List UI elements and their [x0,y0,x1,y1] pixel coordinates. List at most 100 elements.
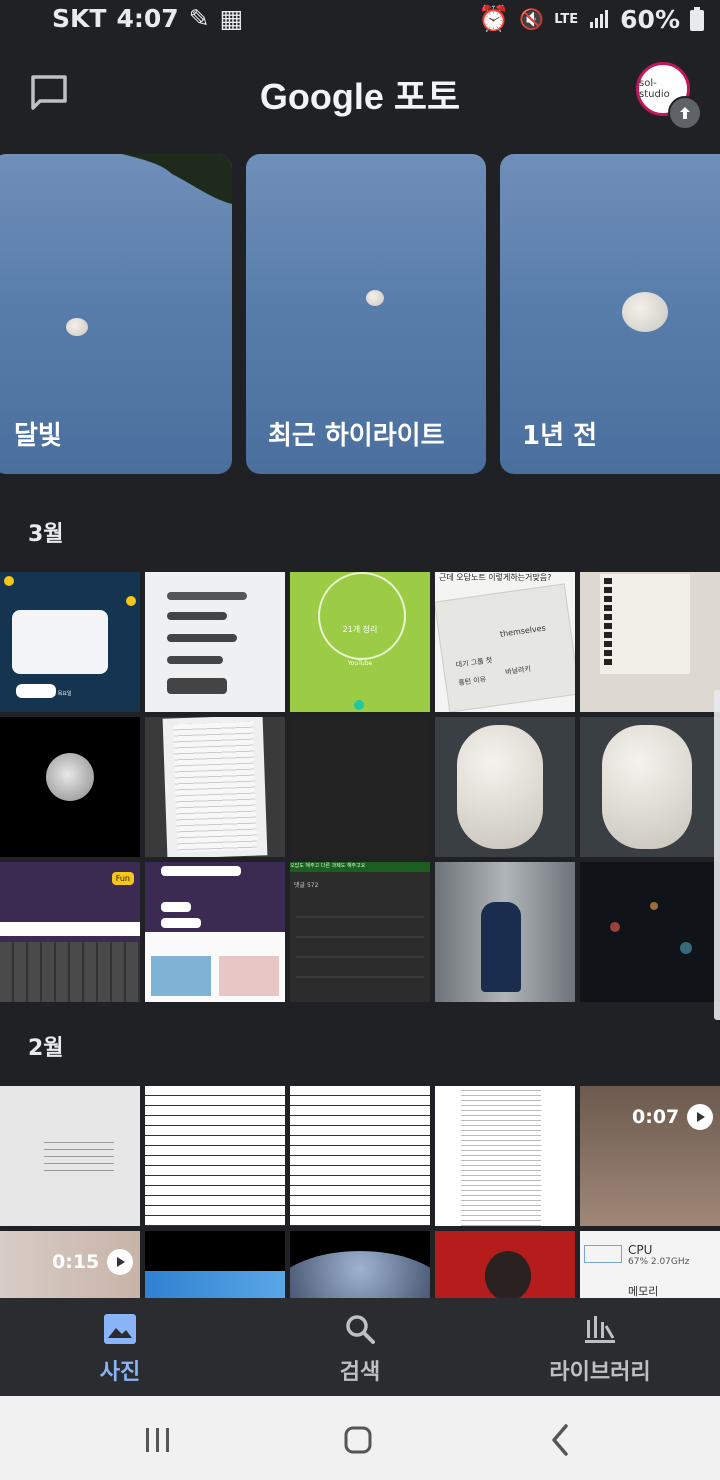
text-input [0,922,140,936]
ranked-list [600,574,690,674]
nav-label: 검색 [339,1360,381,1385]
status-left: SKT 4:07 ✎ ▦ [52,4,243,33]
signal-icon [590,10,609,28]
app-title: Google 포토 [259,76,461,117]
moon-image [66,318,88,336]
memory-label: 메모리 [628,1285,659,1298]
photo-thumbnail[interactable] [435,717,575,857]
grid-icon: ▦ [219,4,244,33]
video-thumbnail[interactable]: 0:07 [580,1086,720,1226]
moon-image [622,292,668,332]
fast-scroll-handle[interactable] [714,690,720,1020]
memory-card-recent-highlights[interactable]: 최근 하이라이트 [246,154,486,474]
kakao-avatar [4,576,14,586]
video-duration: 0:15 [52,1251,100,1273]
photo-thumbnail[interactable] [580,572,720,712]
photo-thumbnail[interactable] [145,1086,285,1226]
mouse-image [457,725,543,849]
photo-icon [104,1314,136,1344]
nav-library[interactable]: 라이브러리 [530,1312,670,1386]
tree-branch-image [122,154,232,204]
photo-thumbnail[interactable]: 근데 오답노트 이렇게하는거맞음? themselves 대기 그룹 첫 흥턴 … [435,572,575,712]
system-navigation-bar [0,1396,720,1480]
photo-thumbnail[interactable] [435,1086,575,1226]
keyboard-image [0,942,140,1002]
battery-icon [690,7,704,31]
cleanup-count: 21개 정리 [342,625,378,634]
chat-bubble [12,610,108,674]
kakao-avatar [126,596,136,606]
top-app-bar: Google 포토 sol-studio [0,48,720,138]
list-bullets [604,578,612,668]
chat-bubble [167,634,237,642]
text-lines [44,1136,114,1176]
photo-thumbnail[interactable] [580,862,720,1002]
memory-label: 1년 전 [522,421,597,451]
memory-card-moonlight[interactable]: 달빛 [0,154,232,474]
photo-thumbnail[interactable] [0,717,140,857]
photo-thumbnail[interactable] [580,717,720,857]
photo-thumbnail[interactable] [435,862,575,1002]
preview-image [219,956,279,996]
person-image [481,902,521,992]
nav-photos[interactable]: 사진 [50,1312,190,1386]
bokeh-light [650,902,658,910]
home-icon[interactable] [338,1420,378,1460]
nav-label: 라이브러리 [549,1360,651,1385]
chat-bubble [167,612,227,620]
photo-thumbnail[interactable]: 오답도 해주고 다른 과제도 해주고요 댓글 572 [290,862,430,1002]
note-word: 바닐라키 [504,664,532,677]
backup-status-icon [668,96,702,130]
note-word: 대기 그룹 첫 [455,656,493,670]
video-badge: 0:07 [632,1104,714,1130]
photo-thumbnail[interactable] [290,1086,430,1226]
preview-image [151,956,211,996]
back-icon[interactable] [540,1420,580,1460]
play-icon [107,1249,134,1275]
cpu-label: CPU [628,1243,653,1257]
memory-card-one-year-ago[interactable]: 1년 전 [500,154,720,474]
photo-thumbnail[interactable]: 21개 정리 YouTube [290,572,430,712]
photo-thumbnail[interactable] [145,862,285,1002]
moon-image [366,290,384,306]
building-image [145,1271,285,1301]
chat-bubble [161,866,241,876]
photo-thumbnail[interactable] [290,717,430,857]
photo-thumbnail[interactable] [145,717,285,857]
photo-thumbnail[interactable]: 2021년 3월 5일 목요일 [0,572,140,712]
photo-thumbnail[interactable] [145,572,285,712]
status-bar: SKT 4:07 ✎ ▦ ⏰ 🔇 LTE 60% [0,0,720,42]
roster-sheet [162,717,268,857]
memory-label: 최근 하이라이트 [268,421,445,451]
note-question: 근데 오답노트 이렇게하는거맞음? [439,573,552,582]
notebook-page: themselves 대기 그룹 첫 흥턴 이유 바닐라키 [435,583,575,712]
bokeh-light [610,922,620,932]
play-icon [687,1104,714,1130]
photo-thumbnail[interactable] [0,1086,140,1226]
note-word: 흥턴 이유 [457,675,487,688]
person-image [485,1251,531,1301]
cleanup-ring [318,572,406,660]
network-label: LTE [554,11,579,27]
search-icon [346,1315,375,1344]
bottom-navigation: 사진 검색 라이브러리 [0,1298,720,1396]
youtube-label: YouTube [347,660,373,667]
video-badge: 0:15 [52,1249,134,1275]
battery-label: 60% [620,4,680,34]
nav-search[interactable]: 검색 [290,1312,430,1386]
mouse-image [602,725,692,849]
note-word: themselves [499,623,547,639]
recent-apps-icon[interactable] [138,1420,178,1460]
app-dot [354,700,364,710]
status-right: ⏰ 🔇 LTE 60% [478,4,704,34]
mute-icon: 🔇 [519,7,545,31]
cpu-graph [584,1245,622,1263]
alarm-icon: ⏰ [478,4,510,33]
chat-date: 2021년 3월 5일 목요일 [20,691,72,697]
chat-bubble [161,902,191,912]
pill-icon: ✎ [188,4,210,33]
chat-bubble [167,656,223,664]
table-image [461,1086,541,1226]
month-header-march: 3월 [28,522,64,547]
photo-thumbnail[interactable]: Fun [0,862,140,1002]
